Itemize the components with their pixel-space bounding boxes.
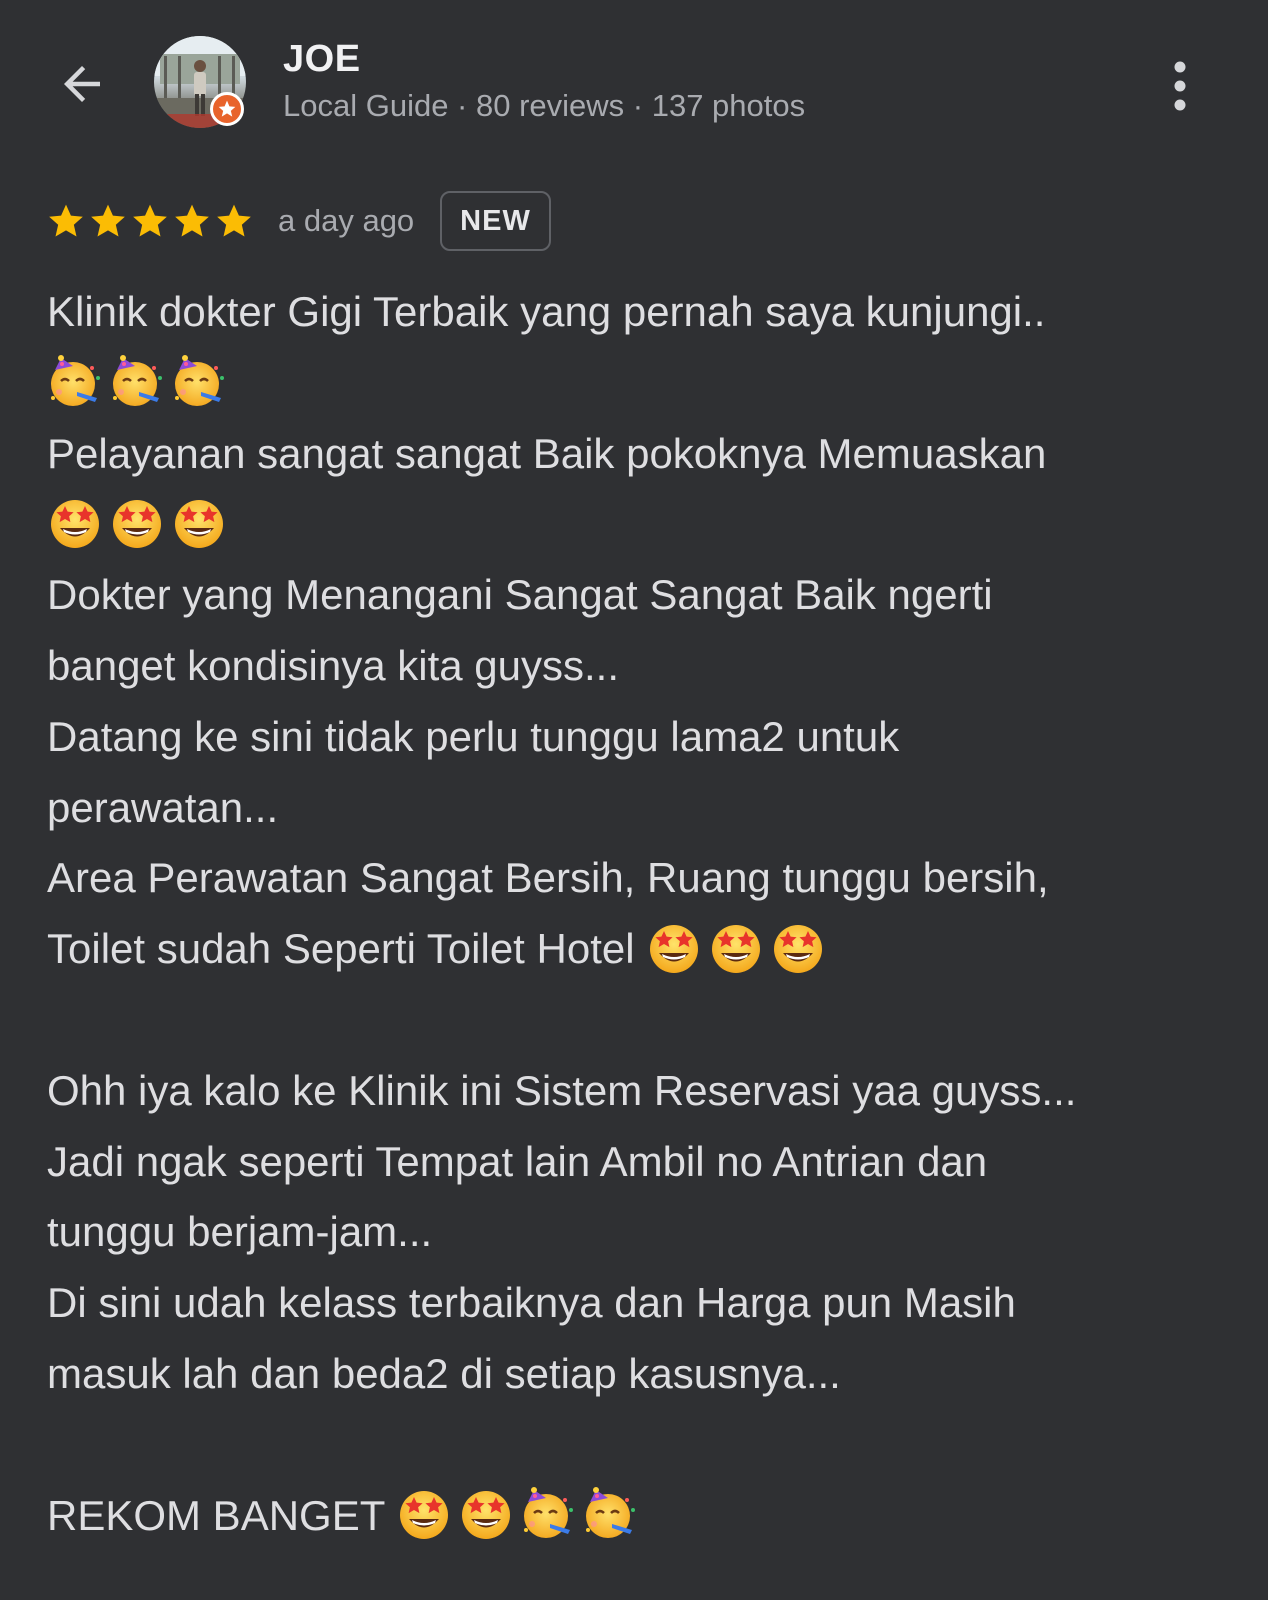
star-struck-emoji-icon — [462, 1491, 511, 1540]
review-line-text: REKOM BANGET — [47, 1491, 397, 1539]
review-line: REKOM BANGET — [47, 1481, 1237, 1552]
new-badge: NEW — [440, 191, 551, 251]
star-struck-emoji-icon — [712, 925, 761, 974]
more-options-button[interactable] — [1160, 54, 1200, 118]
reviewer-stats: Local Guide · 80 reviews · 137 photos — [283, 88, 806, 123]
star-icon — [91, 204, 125, 237]
review-line: Jadi ngak seperti Tempat lain Ambil no A… — [47, 1127, 1237, 1198]
review-line: Pelayanan sangat sangat Baik pokoknya Me… — [47, 419, 1237, 490]
back-button[interactable] — [50, 52, 114, 116]
reviewer-name[interactable]: JOE — [283, 38, 361, 81]
review-line-text: Klinik dokter Gigi Terbaik yang pernah s… — [47, 288, 1046, 335]
arrow-left-icon — [64, 66, 100, 102]
star-struck-emoji-icon — [51, 500, 99, 549]
review-line: Ohh iya kalo ke Klinik ini Sistem Reserv… — [47, 1056, 1237, 1127]
star-struck-emoji-icon — [774, 925, 823, 974]
review-line: Toilet sudah Seperti Toilet Hotel — [47, 914, 1237, 985]
star-rating — [46, 201, 254, 241]
review-line: Klinik dokter Gigi Terbaik yang pernah s… — [47, 277, 1237, 348]
party-face-emoji-icon — [586, 1487, 636, 1539]
review-line-text: tunggu berjam-jam... — [47, 1208, 433, 1256]
review-line — [47, 489, 1237, 560]
review-time: a day ago — [278, 203, 415, 238]
star-struck-emoji-icon — [650, 925, 699, 974]
star-struck-emoji-icon — [400, 1491, 449, 1540]
review-header: JOE Local Guide · 80 reviews · 137 photo… — [0, 0, 1268, 160]
review-line-text: masuk lah dan beda2 di setiap kasusnya..… — [47, 1349, 841, 1397]
star-struck-emoji-icon — [113, 500, 161, 549]
more-vert-icon — [1174, 61, 1186, 111]
rating-row: a day ago NEW — [46, 188, 551, 254]
review-line — [47, 348, 1237, 419]
review-line: masuk lah dan beda2 di setiap kasusnya..… — [47, 1339, 1237, 1410]
review-line: banget kondisinya kita guyss... — [47, 631, 1237, 702]
review-line: Dokter yang Menangani Sangat Sangat Baik… — [47, 560, 1237, 631]
review-line: Datang ke sini tidak perlu tunggu lama2 … — [47, 702, 1237, 773]
star-icon — [217, 204, 251, 237]
review-line — [47, 1410, 1237, 1481]
star-icon — [133, 204, 167, 237]
local-guide-star-icon — [210, 92, 244, 126]
party-face-emoji-icon — [175, 354, 224, 406]
review-line: tunggu berjam-jam... — [47, 1197, 1237, 1268]
review-line: Di sini udah kelass terbaiknya dan Harga… — [47, 1268, 1237, 1339]
review-line-text: perawatan... — [47, 783, 279, 831]
star-icon — [175, 204, 209, 237]
review-line-text: Ohh iya kalo ke Klinik ini Sistem Reserv… — [47, 1066, 1077, 1114]
review-line: perawatan... — [47, 773, 1237, 844]
review-line-text: Area Perawatan Sangat Bersih, Ruang tung… — [47, 854, 1049, 902]
review-line-text: Jadi ngak seperti Tempat lain Ambil no A… — [47, 1137, 988, 1185]
review-line: Area Perawatan Sangat Bersih, Ruang tung… — [47, 843, 1237, 914]
review-line-text: Pelayanan sangat sangat Baik pokoknya Me… — [47, 429, 1047, 477]
review-line-text: Di sini udah kelass terbaiknya dan Harga… — [47, 1279, 1016, 1327]
review-line — [47, 985, 1237, 1056]
party-face-emoji-icon — [51, 354, 100, 406]
avatar[interactable] — [154, 36, 246, 128]
star-struck-emoji-icon — [175, 500, 223, 549]
review-line-text: Datang ke sini tidak perlu tunggu lama2 … — [47, 712, 900, 760]
review-line-text: Dokter yang Menangani Sangat Sangat Baik… — [47, 571, 993, 619]
review-line-text: Toilet sudah Seperti Toilet Hotel — [47, 925, 647, 973]
party-face-emoji-icon — [524, 1487, 574, 1539]
review-text: Klinik dokter Gigi Terbaik yang pernah s… — [47, 277, 1237, 1551]
star-icon — [49, 204, 83, 237]
party-face-emoji-icon — [113, 354, 162, 406]
review-line-text: banget kondisinya kita guyss... — [47, 641, 620, 689]
